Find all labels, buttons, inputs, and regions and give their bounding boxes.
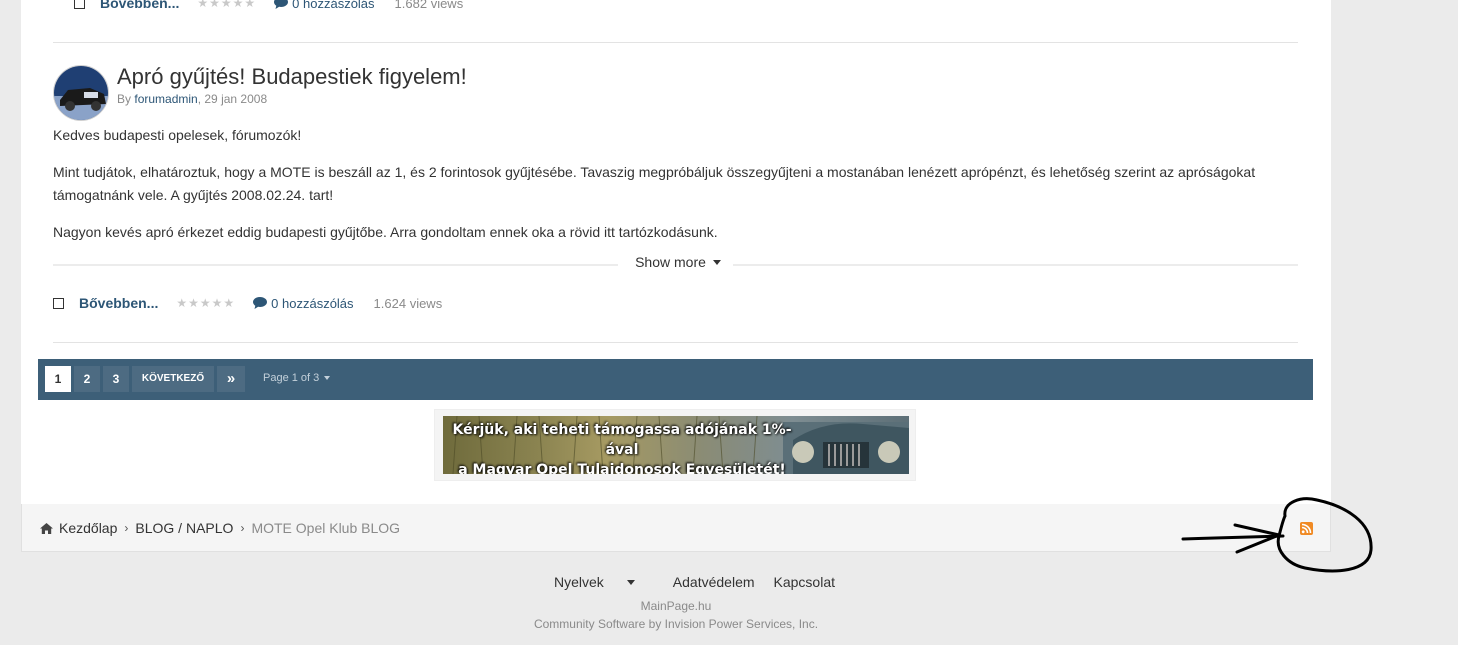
banner-line-2: a Magyar Opel Tulajdonosok Egyesületét! [458, 462, 786, 474]
read-more-link[interactable]: Bővebben... [79, 295, 158, 311]
prev-comments-link[interactable]: 0 hozzászólás [274, 0, 375, 11]
languages-menu[interactable]: Nyelvek [554, 574, 654, 590]
entry-paragraph: Mint tudjátok, elhatároztuk, hogy a MOTE… [53, 164, 1256, 203]
caret-down-icon [626, 579, 635, 585]
avatar-image [54, 66, 108, 120]
entry-paragraph: Kedves budapesti opelesek, fórumozók! [53, 127, 302, 143]
prev-entry-checkbox[interactable] [74, 0, 85, 9]
page-button-2[interactable]: 2 [74, 366, 100, 392]
comment-icon [253, 297, 268, 309]
show-more-label: Show more [635, 254, 706, 270]
page-button-1[interactable]: 1 [45, 366, 71, 392]
prev-entry-actions: Bővebben... ★★★★★ 0 hozzászólás 1.682 vi… [74, 0, 463, 14]
entry-divider [53, 42, 1298, 43]
author-link[interactable]: forumadmin [134, 92, 197, 106]
breadcrumb: Kezdőlap › BLOG / NAPLO › MOTE Opel Klub… [40, 520, 400, 536]
prev-views-count: 1.682 views [394, 0, 464, 11]
comments-count: 0 hozzászólás [271, 295, 354, 311]
prev-comments-count: 0 hozzászólás [292, 0, 375, 11]
breadcrumb-current: MOTE Opel Klub BLOG [251, 520, 401, 536]
author-avatar[interactable] [53, 65, 109, 121]
show-more-button[interactable]: Show more [628, 254, 728, 270]
entry-checkbox[interactable] [53, 297, 64, 309]
rating-stars[interactable]: ★★★★★ [176, 296, 235, 310]
show-more-line-left [53, 264, 618, 266]
page-button-3[interactable]: 3 [103, 366, 129, 392]
entry-title[interactable]: Apró gyűjtés! Budapestiek figyelem! [117, 64, 467, 90]
show-more-row: Show more [53, 254, 1298, 274]
next-page-button[interactable]: KÖVETKEZŐ [132, 366, 214, 392]
privacy-link[interactable]: Adatvédelem [673, 574, 755, 590]
hand-drawn-arrow-annotation [1181, 497, 1373, 573]
chevron-down-icon [712, 259, 721, 265]
double-chevron-right-icon: » [226, 370, 236, 387]
pagination-bar: 1 2 3 KÖVETKEZŐ » Page 1 of 3 [38, 359, 1313, 400]
chevron-right-icon: › [240, 521, 245, 535]
entry-actions: Bővebben... ★★★★★ 0 hozzászólás 1.624 vi… [53, 292, 442, 314]
show-more-line-right [733, 264, 1298, 266]
page-jump-dropdown[interactable]: Page 1 of 3 [263, 372, 331, 384]
entry-byline: By forumadmin, 29 jan 2008 [117, 92, 267, 106]
banner-line-1: Kérjük, aki teheti támogassa adójának 1%… [452, 422, 792, 458]
prev-read-more-link[interactable]: Bővebben... [100, 0, 179, 11]
caret-down-icon [324, 376, 331, 380]
by-label: By [117, 92, 132, 106]
comment-icon [274, 0, 289, 9]
last-page-button[interactable]: » [217, 366, 245, 392]
languages-label: Nyelvek [554, 574, 604, 590]
footer-site-name: MainPage.hu [640, 599, 712, 613]
page-info-label: Page 1 of 3 [263, 372, 320, 384]
prev-rating-stars[interactable]: ★★★★★ [197, 0, 256, 10]
entry-divider [53, 342, 1298, 343]
contact-link[interactable]: Kapcsolat [774, 574, 835, 590]
ad-banner[interactable]: Kérjük, aki teheti támogassa adójának 1%… [443, 416, 909, 474]
entry-date: , 29 jan 2008 [197, 92, 268, 106]
breadcrumb-home[interactable]: Kezdőlap [59, 520, 117, 536]
comments-link[interactable]: 0 hozzászólás [253, 295, 354, 311]
ad-banner-frame: Kérjük, aki teheti támogassa adójának 1%… [434, 409, 916, 481]
banner-text: Kérjük, aki teheti támogassa adójának 1%… [447, 420, 797, 474]
home-icon [40, 522, 53, 534]
entry-paragraph: Nagyon kevés apró érkezet eddig budapest… [53, 224, 718, 240]
breadcrumb-section[interactable]: BLOG / NAPLO [135, 520, 233, 536]
footer-links: Nyelvek Adatvédelem Kapcsolat [554, 574, 854, 590]
chevron-right-icon: › [124, 521, 129, 535]
entry-content: Kedves budapesti opelesek, fórumozók! Mi… [53, 124, 1298, 258]
breadcrumb-bar: Kezdőlap › BLOG / NAPLO › MOTE Opel Klub… [21, 504, 1331, 552]
footer-credit[interactable]: Community Software by Invision Power Ser… [0, 617, 1352, 631]
views-count: 1.624 views [373, 295, 443, 311]
